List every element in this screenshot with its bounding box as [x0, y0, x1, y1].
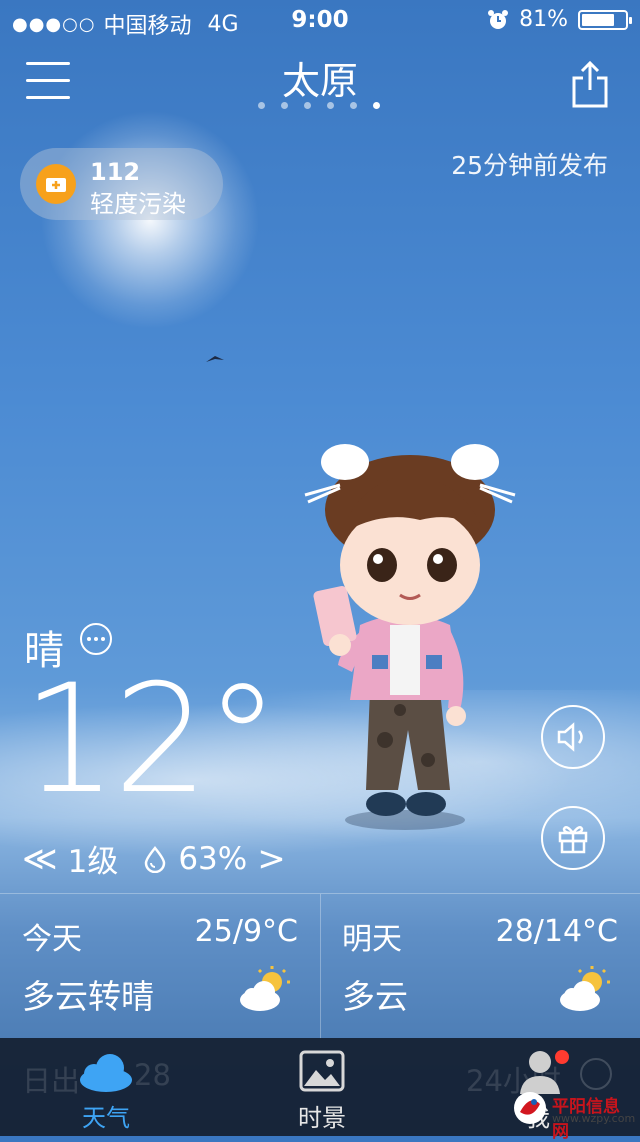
aqi-pill[interactable]: 112 轻度污染 — [20, 148, 223, 220]
cloud-icon — [80, 1054, 132, 1092]
current-temperature: 12° — [22, 653, 280, 827]
forecast-day: 今天 — [22, 922, 82, 957]
forecast-desc: 多云 — [342, 977, 408, 1016]
humidity-drop-icon — [145, 845, 166, 873]
watermark-logo-icon — [514, 1092, 546, 1124]
city-page-indicator — [258, 102, 380, 109]
chevron-right-icon: > — [257, 838, 286, 879]
page-dot — [304, 102, 311, 109]
chevron-down-icon[interactable] — [580, 1058, 612, 1090]
notification-dot — [555, 1050, 569, 1064]
wind-level: 1级 — [67, 844, 119, 880]
gift-icon — [558, 825, 588, 854]
tab-scene-label: 时景 — [298, 1104, 346, 1132]
aqi-value: 112 — [90, 158, 141, 186]
forecast-today[interactable]: 今天 25/9°C 多云转晴 — [0, 894, 321, 1039]
page-dot — [258, 102, 265, 109]
voice-broadcast-button[interactable] — [541, 705, 605, 769]
battery-percent: 81% — [519, 7, 568, 32]
wind-icon: ≪ — [22, 838, 58, 879]
wind-humidity-row[interactable]: ≪ 1级 63% > — [22, 836, 286, 881]
partly-cloudy-icon — [560, 966, 610, 1011]
site-watermark: 平阳信息网 www.wzpy.com — [512, 1090, 636, 1142]
forecast-range: 28/14°C — [495, 914, 618, 949]
page-dot — [350, 102, 357, 109]
humidity-value: 63% — [178, 840, 248, 877]
gift-button[interactable] — [541, 806, 605, 870]
tab-weather[interactable]: 天气 — [46, 1038, 166, 1136]
watermark-url: www.wzpy.com — [552, 1112, 636, 1125]
sun-glow — [40, 110, 260, 330]
battery-icon — [578, 9, 632, 30]
alarm-icon — [488, 9, 509, 29]
image-icon — [299, 1050, 345, 1092]
forecast-desc: 多云转晴 — [22, 977, 154, 1016]
forecast-panel: 今天 25/9°C 多云转晴 明天 28/14°C 多云 — [0, 893, 640, 1039]
aqi-badge-icon — [36, 164, 76, 204]
forecast-range: 25/9°C — [194, 914, 298, 949]
more-details-icon[interactable] — [80, 623, 112, 655]
forecast-tomorrow[interactable]: 明天 28/14°C 多云 — [320, 894, 640, 1039]
status-bar: ●●●○○ 中国移动 4G 9:00 81% — [0, 0, 640, 40]
bird-icon — [206, 356, 224, 362]
city-title[interactable]: 太原 — [0, 50, 640, 105]
page-dot — [327, 102, 334, 109]
tab-scene[interactable]: 时景 — [262, 1038, 382, 1136]
speaker-icon — [557, 722, 583, 752]
publish-time: 25分钟前发布 — [451, 151, 608, 180]
forecast-day: 明天 — [342, 922, 402, 957]
page-dot — [373, 102, 380, 109]
tab-weather-label: 天气 — [82, 1104, 130, 1132]
share-button[interactable] — [570, 60, 610, 108]
aqi-level: 轻度污染 — [90, 190, 186, 218]
mascot-character — [304, 444, 516, 830]
partly-cloudy-icon — [240, 966, 290, 1011]
page-dot — [281, 102, 288, 109]
